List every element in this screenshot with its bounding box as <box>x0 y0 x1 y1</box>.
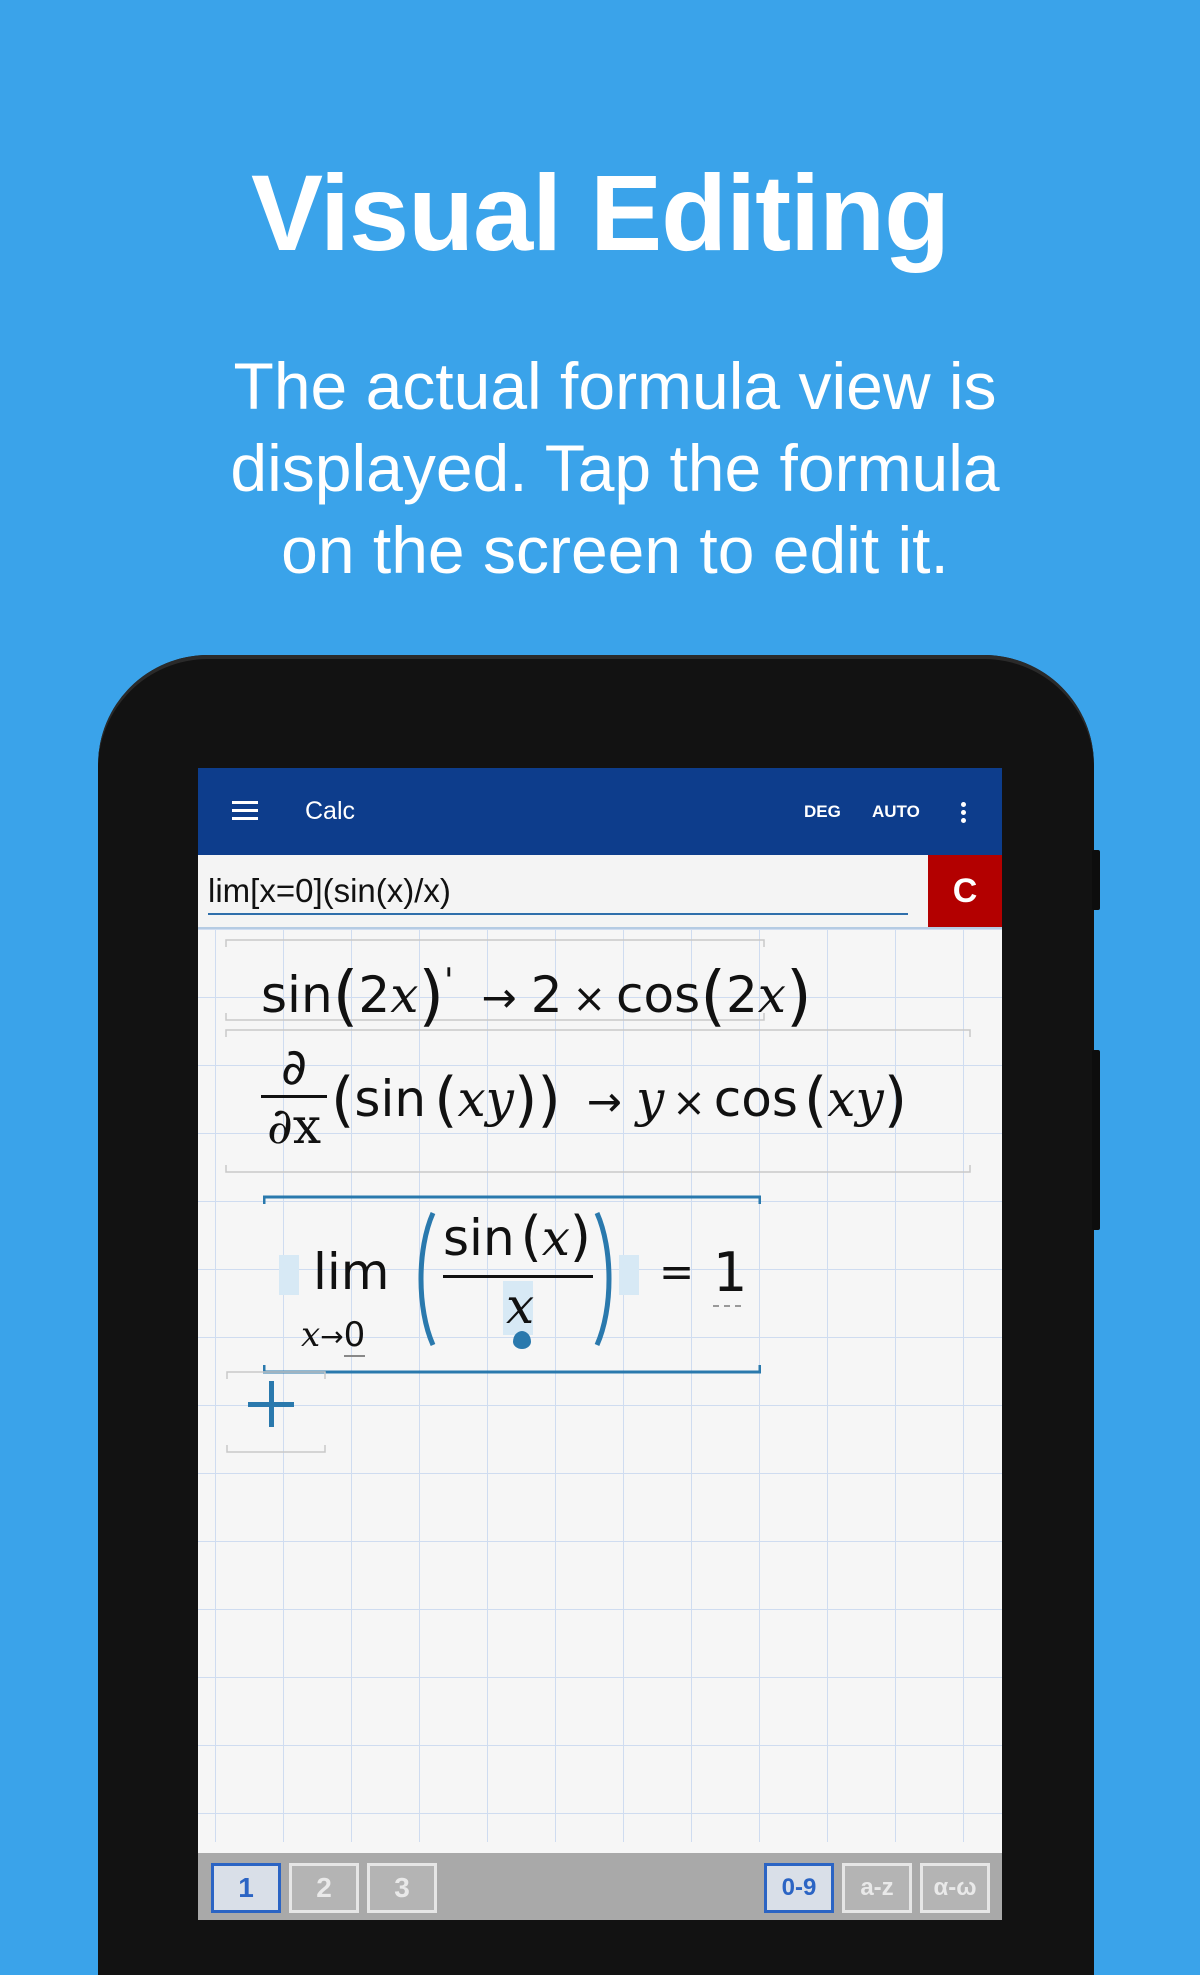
keyboard-switch-bar: 1 2 3 0-9 a-z α-ω <box>198 1853 1002 1920</box>
promo-subtitle-line-2: displayed. Tap the formula <box>230 431 1000 505</box>
times-symbol: × <box>672 1080 706 1126</box>
formula-2-body: (sin (xy)) → y × cos (xy) <box>331 1065 908 1135</box>
formula-card-1[interactable]: sin(2x)' → 2 × cos(2x) <box>225 939 812 1029</box>
product-variable: xy <box>457 1070 514 1128</box>
formula-card-3-active[interactable]: lim x→0 sin (x) x = 1 <box>263 1195 761 1375</box>
partial-denominator: ∂x <box>266 1097 322 1155</box>
result-number: 2 <box>725 966 758 1024</box>
formula-1-text: sin(2x)' → 2 × cos(2x) <box>261 957 812 1034</box>
sin-function: sin <box>354 1070 427 1128</box>
add-formula-button[interactable] <box>226 1371 326 1453</box>
partial-derivative: ∂ ∂x <box>261 1041 327 1152</box>
fraction-numerator: sin (x) <box>443 1205 591 1268</box>
times-symbol: × <box>572 976 607 1022</box>
promo-subtitle-line-3: on the screen to edit it. <box>281 513 949 587</box>
lim-sub-arrow: → <box>320 1320 344 1353</box>
deg-button[interactable]: DEG <box>804 802 841 822</box>
result-coefficient: 2 <box>530 966 563 1024</box>
clear-button[interactable]: C <box>928 855 1002 927</box>
keyboard-page-2[interactable]: 2 <box>289 1863 359 1913</box>
arrow-symbol: → <box>481 973 517 1022</box>
keyboard-page-3[interactable]: 3 <box>367 1863 437 1913</box>
partial-numerator: ∂ <box>281 1038 307 1096</box>
expression-input-row: C <box>198 855 1002 929</box>
lim-sub-value: 0 <box>343 1315 366 1357</box>
result-variable: x <box>757 966 786 1024</box>
volume-button <box>1092 850 1100 910</box>
lim-subscript: x→0 <box>301 1315 366 1357</box>
auto-button[interactable]: AUTO <box>872 802 920 822</box>
cursor-handle[interactable] <box>513 1331 531 1349</box>
keyboard-mode-numbers[interactable]: 0-9 <box>764 1863 834 1913</box>
keyboard-mode-greek[interactable]: α-ω <box>920 1863 990 1913</box>
derivative-prime: ' <box>444 961 454 1001</box>
more-vertical-icon[interactable] <box>961 802 967 823</box>
arg-number: 2 <box>358 966 391 1024</box>
sin-function: sin <box>261 966 333 1024</box>
equals-symbol: = <box>659 1247 695 1296</box>
lim-operator: lim <box>313 1243 390 1301</box>
promo-subtitle: The actual formula view is displayed. Ta… <box>150 345 1080 591</box>
numerator-variable: x <box>541 1209 570 1267</box>
expression-input[interactable] <box>208 869 908 915</box>
app-bar: Calc DEG AUTO <box>198 768 1002 855</box>
arg-variable: x <box>390 966 419 1024</box>
plus-icon[interactable] <box>248 1381 294 1427</box>
power-button <box>1092 1050 1100 1230</box>
lim-sub-variable: x <box>301 1315 321 1355</box>
cursor-placeholder-left <box>279 1255 299 1295</box>
cos-function: cos <box>616 966 701 1024</box>
keyboard-page-1[interactable]: 1 <box>211 1863 281 1913</box>
left-paren-blue <box>418 1211 436 1347</box>
result-underline <box>713 1305 741 1307</box>
promo-title: Visual Editing <box>250 152 950 273</box>
app-title: Calc <box>305 797 356 825</box>
promo-subtitle-line-1: The actual formula view is <box>233 349 997 423</box>
y-variable: y <box>635 1070 665 1128</box>
limit-result: 1 <box>713 1241 748 1304</box>
cursor-placeholder-right <box>619 1255 639 1295</box>
cos-function: cos <box>713 1070 798 1128</box>
app-screen: Calc DEG AUTO C sin(2x)'→2×cos(2x) ∂ <box>198 768 1002 1920</box>
formula-card-2[interactable]: ∂ ∂x (sin (xy)) → y × cos (xy) <box>225 1029 971 1173</box>
arrow-symbol: → <box>586 1077 622 1126</box>
numerator-sin: sin <box>443 1209 515 1267</box>
keyboard-mode-latin[interactable]: a-z <box>842 1863 912 1913</box>
result-variable: xy <box>827 1070 884 1128</box>
right-paren-blue <box>594 1211 612 1347</box>
worksheet-area[interactable]: sin(2x)' → 2 × cos(2x) ∂ ∂x (sin (xy)) → y × cos(… <box>198 929 1002 1842</box>
hamburger-icon[interactable] <box>232 801 258 821</box>
fraction-denominator: x <box>506 1277 535 1335</box>
